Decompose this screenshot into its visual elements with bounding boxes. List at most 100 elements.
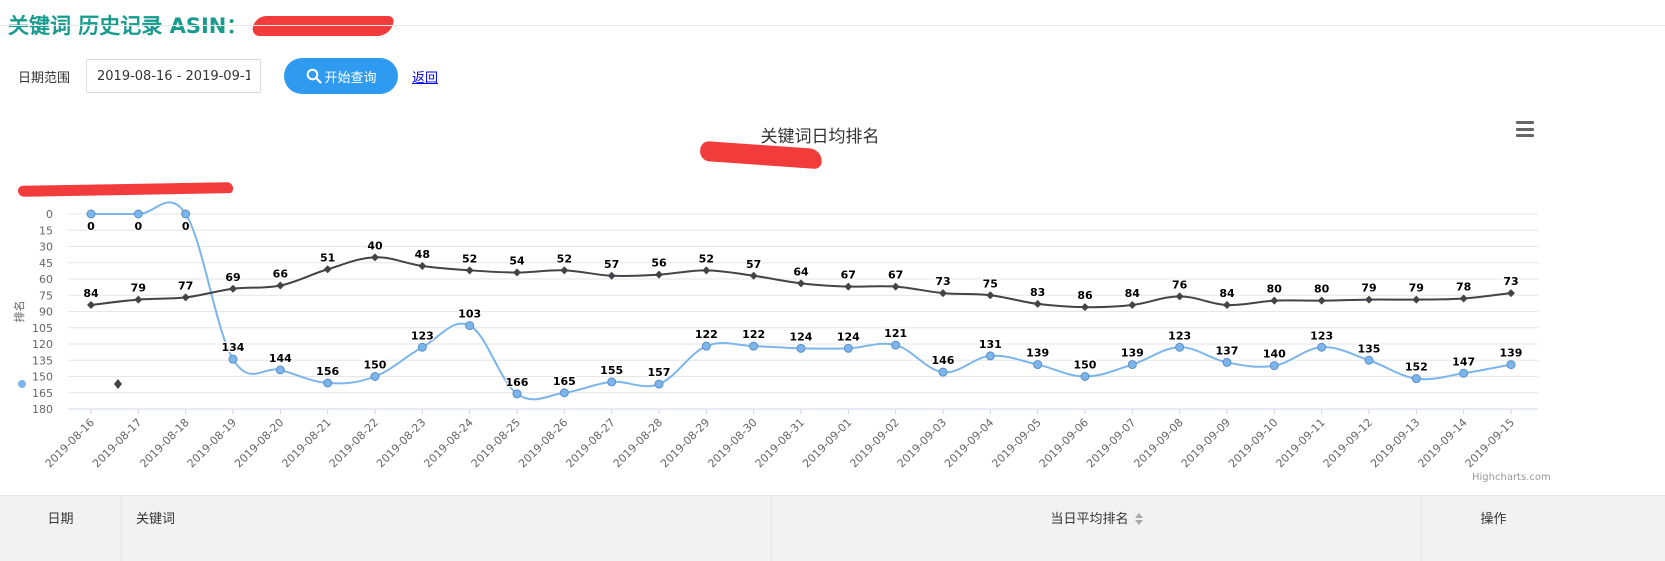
data-label: 121 [884, 327, 907, 340]
data-label: 79 [1361, 282, 1376, 295]
data-label: 123 [411, 329, 434, 342]
data-label: 123 [1168, 329, 1191, 342]
menu-icon[interactable] [1516, 121, 1534, 137]
data-point [938, 289, 947, 298]
y-tick-label: 165 [32, 387, 53, 400]
x-tick-label: 2019-09-11 [1273, 416, 1327, 470]
data-label: 57 [604, 258, 619, 271]
page-title-text: 关键词 历史记录 ASIN： [8, 14, 248, 38]
data-point [844, 282, 853, 291]
y-tick-label: 90 [39, 306, 53, 319]
data-point [1222, 357, 1232, 367]
data-point [370, 253, 379, 262]
data-point [1127, 360, 1137, 370]
data-label: 80 [1267, 283, 1283, 296]
data-label: 86 [1077, 289, 1093, 302]
data-label: 80 [1314, 283, 1330, 296]
data-label: 124 [790, 330, 813, 343]
data-label: 78 [1456, 281, 1471, 294]
chart-credit[interactable]: Highcharts.com [1472, 472, 1551, 483]
data-label: 156 [316, 365, 339, 378]
data-label: 66 [273, 268, 289, 281]
x-tick-label: 2019-09-04 [942, 416, 996, 470]
data-point [749, 341, 759, 351]
data-point [1269, 361, 1279, 371]
data-point [417, 342, 427, 352]
y-tick-label: 60 [39, 273, 53, 286]
data-point [1412, 295, 1421, 304]
x-tick-label: 2019-08-26 [516, 416, 570, 470]
data-label: 73 [1503, 275, 1518, 288]
col-header-avg-rank[interactable]: 当日平均排名 [772, 496, 1422, 561]
data-point [701, 341, 711, 351]
redacted-asin [251, 16, 395, 36]
data-point [323, 265, 332, 274]
data-point [134, 295, 143, 304]
x-tick-label: 2019-08-20 [232, 416, 286, 470]
x-tick-label: 2019-08-19 [185, 416, 239, 470]
data-label: 131 [979, 338, 1002, 351]
data-label: 166 [506, 376, 529, 389]
sort-icon[interactable] [1134, 513, 1143, 525]
data-point [560, 266, 569, 275]
data-label: 146 [932, 354, 955, 367]
y-axis-title: 排名 [12, 301, 26, 323]
x-tick-label: 2019-09-07 [1084, 416, 1138, 470]
x-tick-label: 2019-09-06 [1037, 416, 1091, 470]
y-tick-label: 105 [32, 322, 53, 335]
col-header-avg-rank-label: 当日平均排名 [1050, 512, 1129, 527]
data-label: 103 [458, 308, 481, 321]
data-label: 79 [131, 282, 146, 295]
data-label: 0 [135, 220, 143, 233]
x-tick-label: 2019-09-05 [989, 416, 1043, 470]
data-point [796, 279, 805, 288]
back-link[interactable]: 返回 [412, 67, 438, 86]
start-query-button[interactable]: 开始查询 [284, 58, 399, 94]
y-tick-label: 15 [39, 224, 53, 237]
x-tick-label: 2019-09-02 [847, 416, 901, 470]
data-label: 67 [888, 269, 903, 282]
data-label: 144 [269, 352, 292, 365]
data-label: 57 [746, 258, 761, 271]
data-point [276, 281, 285, 290]
data-label: 139 [1026, 347, 1049, 360]
y-tick-label: 75 [39, 289, 53, 302]
x-tick-label: 2019-08-22 [327, 416, 381, 470]
filter-bar: 日期范围 开始查询 返回 [18, 58, 438, 94]
header-divider [0, 25, 1665, 26]
start-query-label: 开始查询 [324, 70, 377, 86]
data-label: 56 [651, 257, 667, 270]
data-label: 140 [1263, 348, 1286, 361]
data-point [654, 379, 664, 389]
x-tick-label: 2019-09-10 [1226, 416, 1280, 470]
data-label: 122 [742, 328, 765, 341]
data-point [1128, 301, 1137, 309]
data-point [559, 388, 569, 398]
date-range-input[interactable] [86, 59, 262, 93]
data-label: 124 [837, 330, 860, 343]
data-label: 84 [1219, 287, 1235, 300]
data-label: 155 [600, 364, 623, 377]
data-point [181, 209, 191, 219]
data-label: 135 [1358, 342, 1381, 355]
data-point [1411, 374, 1421, 384]
x-tick-label: 2019-08-16 [43, 416, 97, 470]
data-point [1364, 295, 1373, 304]
data-point [891, 282, 900, 291]
data-label: 134 [222, 341, 245, 354]
x-tick-label: 2019-08-31 [753, 416, 807, 470]
data-point [1270, 296, 1279, 305]
data-point [654, 270, 663, 279]
data-point [702, 266, 711, 275]
x-tick-label: 2019-09-12 [1321, 416, 1375, 470]
data-point [181, 293, 190, 302]
data-label: 77 [178, 279, 193, 292]
col-header-action: 操作 [1480, 512, 1507, 527]
data-point [1175, 292, 1184, 301]
data-point [843, 343, 853, 353]
data-label: 165 [553, 375, 576, 388]
data-label: 52 [699, 252, 714, 265]
data-point [86, 209, 96, 219]
data-label: 123 [1310, 329, 1333, 342]
data-point [512, 268, 521, 277]
